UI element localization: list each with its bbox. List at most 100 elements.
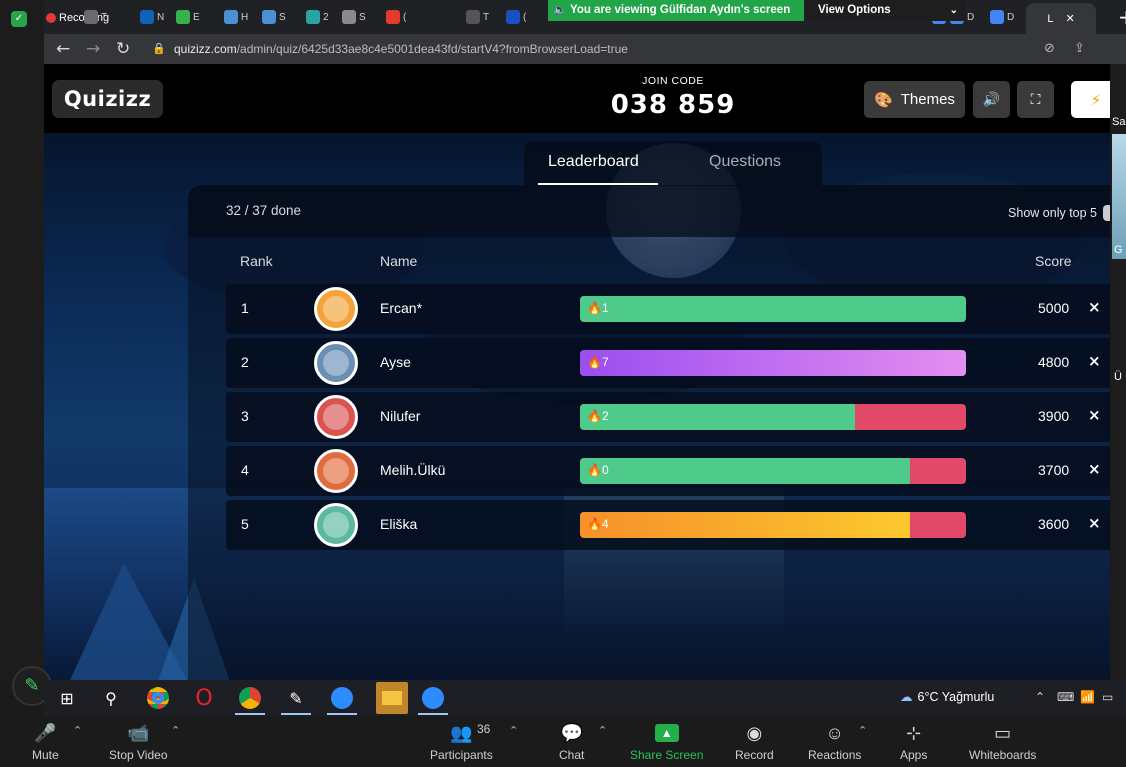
mute-button[interactable]: 🎤 Mute xyxy=(32,720,59,762)
chat-caret[interactable]: ⌃ xyxy=(598,724,607,737)
tab-favicon-icon xyxy=(386,10,400,24)
show-top-5-toggle[interactable] xyxy=(1103,205,1110,221)
chevron-up-icon[interactable]: ⌃ xyxy=(1035,690,1045,704)
opera-icon[interactable]: O xyxy=(192,686,216,711)
player-name: Eliška xyxy=(380,516,418,532)
tab-active[interactable]: L ✕ xyxy=(1026,3,1096,34)
accuracy-bar-fill xyxy=(580,458,911,484)
reactions-caret[interactable]: ⌃ xyxy=(858,724,867,737)
browser-tab[interactable]: ( xyxy=(386,5,406,29)
tab-favicon-icon xyxy=(990,10,1004,24)
player-rank: 4 xyxy=(241,462,249,478)
tab-favicon-icon xyxy=(140,10,154,24)
tab-questions[interactable]: Questions xyxy=(709,153,781,171)
battery-icon[interactable]: ▭ xyxy=(1102,690,1113,704)
reload-icon[interactable]: ↻ xyxy=(116,39,130,59)
accuracy-bar: 🔥4 xyxy=(580,512,966,538)
reactions-label: Reactions xyxy=(808,748,862,762)
tab-favicon-icon xyxy=(84,10,98,24)
back-icon[interactable]: ← xyxy=(56,39,70,59)
chat-icon: 💬 xyxy=(560,723,583,743)
browser-tab[interactable]: T xyxy=(466,5,489,29)
themes-button[interactable]: 🎨 Themes xyxy=(864,81,965,118)
browser-tab[interactable]: S xyxy=(262,5,286,29)
sound-button[interactable]: 🔊 xyxy=(973,81,1010,118)
remove-player-button[interactable]: × xyxy=(1088,298,1101,316)
eye-off-icon[interactable]: ⊘ xyxy=(1044,41,1055,56)
player-rank: 2 xyxy=(241,354,249,370)
tab-label: ( xyxy=(403,11,407,23)
windows-start-icon[interactable]: ⊞ xyxy=(55,686,79,710)
weather-widget[interactable]: ☁ 6°C Yağmurlu xyxy=(900,689,994,705)
share-icon[interactable]: ⇪ xyxy=(1074,41,1085,56)
join-code-label: JOIN CODE xyxy=(642,75,704,87)
remove-player-button[interactable]: × xyxy=(1088,352,1101,370)
video-options-caret[interactable]: ⌃ xyxy=(171,724,180,737)
tab-leaderboard[interactable]: Leaderboard xyxy=(548,153,639,171)
reactions-button[interactable]: ☺ Reactions xyxy=(808,720,861,762)
tab-label: T xyxy=(483,11,490,23)
player-rank: 3 xyxy=(241,408,249,424)
zoom-icon[interactable] xyxy=(421,686,445,710)
share-screen-button[interactable]: ▲ Share Screen xyxy=(630,720,703,762)
tab-label: 2 xyxy=(323,11,329,23)
right-side-panel: Sa G Ü xyxy=(1110,64,1126,680)
player-score: 5000 xyxy=(1038,300,1070,316)
forward-icon[interactable]: → xyxy=(86,39,100,59)
browser-tab[interactable]: S xyxy=(342,5,366,29)
apps-button[interactable]: ⊹ Apps xyxy=(900,720,927,762)
tab-active-letter: L xyxy=(1047,12,1054,25)
streak-value: 0 xyxy=(601,463,609,477)
remove-player-button[interactable]: × xyxy=(1088,406,1101,424)
remove-player-button[interactable]: × xyxy=(1088,460,1101,478)
record-button[interactable]: ◉ Record xyxy=(735,720,774,762)
view-options-button[interactable]: View Options ⌄ xyxy=(806,0,966,21)
participants-label: Participants xyxy=(430,748,493,762)
cloud-rain-icon: ☁ xyxy=(900,690,913,704)
usb-icon[interactable]: ✎ xyxy=(284,686,308,710)
browser-tab[interactable]: T xyxy=(84,5,107,29)
browser-tab[interactable]: D xyxy=(990,5,1014,29)
chrome-icon[interactable] xyxy=(146,686,170,710)
search-icon[interactable]: ⚲ xyxy=(99,686,123,710)
player-name: Nilufer xyxy=(380,408,421,424)
leaderboard-row[interactable]: 3 Nilufer 🔥2 3900 × xyxy=(226,392,1110,442)
audio-options-caret[interactable]: ⌃ xyxy=(73,724,82,737)
tab-label: D xyxy=(967,11,975,23)
quizizz-logo[interactable]: Quizizz xyxy=(52,80,163,118)
browser-tab[interactable]: E xyxy=(176,5,200,29)
side-label-2: G xyxy=(1114,244,1123,256)
participants-caret[interactable]: ⌃ xyxy=(509,724,518,737)
meet-now-icon[interactable]: ⌨ xyxy=(1057,690,1074,704)
power-up-button[interactable]: ⚡ xyxy=(1071,81,1110,118)
column-score: Score xyxy=(1035,253,1072,269)
tab-label: D xyxy=(1007,11,1015,23)
record-label: Record xyxy=(735,748,774,762)
lock-icon[interactable]: 🔒 xyxy=(152,42,166,55)
video-thumbnail[interactable] xyxy=(1112,134,1126,259)
view-tabs: Leaderboard Questions xyxy=(524,141,822,186)
join-code: 038 859 xyxy=(610,90,736,120)
leaderboard-row[interactable]: 2 Ayse 🔥7 4800 × xyxy=(226,338,1110,388)
leaderboard-row[interactable]: 1 Ercan* 🔥1 5000 × xyxy=(226,284,1110,334)
leaderboard-row[interactable]: 4 Melih.Ülkü 🔥0 3700 × xyxy=(226,446,1110,496)
microphone-icon: 🎤 xyxy=(34,723,57,743)
browser-tab[interactable]: H xyxy=(224,5,248,29)
fullscreen-button[interactable]: ⛶ xyxy=(1017,81,1054,118)
leaderboard-row[interactable]: 5 Eliška 🔥4 3600 × xyxy=(226,500,1110,550)
browser-tab[interactable]: 2 xyxy=(306,5,329,29)
chrome-profile-icon[interactable] xyxy=(238,686,262,710)
accuracy-bar-fill xyxy=(580,512,911,538)
file-explorer-icon[interactable] xyxy=(376,682,408,714)
browser-tab[interactable]: ( xyxy=(506,5,526,29)
chat-button[interactable]: 💬 Chat xyxy=(559,720,584,762)
remove-player-button[interactable]: × xyxy=(1088,514,1101,532)
new-tab-button[interactable]: + xyxy=(1118,5,1126,29)
tab-close-icon[interactable]: ✕ xyxy=(1065,12,1074,25)
url-field[interactable]: quizizz.com/admin/quiz/6425d33ae8c4e5001… xyxy=(174,42,628,56)
zoom-icon[interactable] xyxy=(330,686,354,710)
browser-tab[interactable]: N xyxy=(140,5,164,29)
whiteboards-button[interactable]: ▭ Whiteboards xyxy=(969,720,1036,762)
stop-video-button[interactable]: 📹 Stop Video xyxy=(109,720,168,762)
wifi-icon[interactable]: 📶 xyxy=(1080,690,1095,704)
